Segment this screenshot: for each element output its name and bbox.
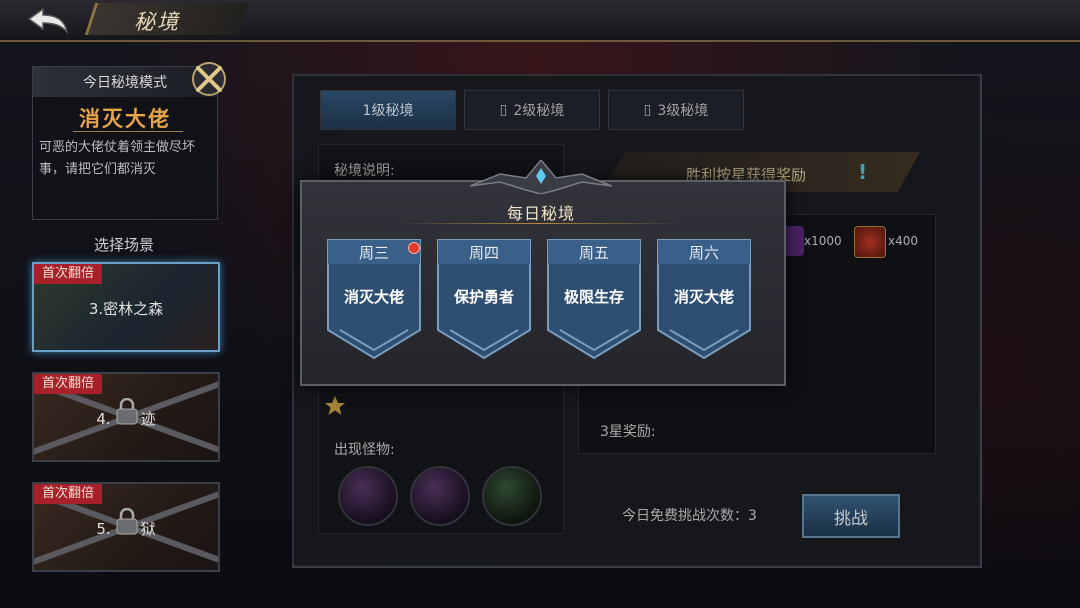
day-card-fri[interactable]: 周五 极限生存 [546,238,642,360]
scene-select-title: 选择场景 [93,236,154,254]
scene-card-1[interactable]: 首次翻倍 3.密林之森 [32,262,220,352]
back-arrow-icon [27,7,69,35]
today-mode-description: 可恶的大佬仗着领主做尽坏事，请把它们都消灭 [39,140,196,177]
crest-ornament-icon [470,160,612,194]
day-card-wed[interactable]: 周三 消灭大佬 [326,238,422,360]
double-first-tag: 首次翻倍 [34,374,103,394]
scene-card-2[interactable]: 首次翻倍 4. 迹 [32,372,220,462]
popup-title: 每日秘境 [506,204,575,223]
day-card-thu[interactable]: 周四 保护勇者 [436,238,532,360]
double-first-tag: 首次翻倍 [34,264,103,284]
day-label: 周六 [688,244,719,262]
day-card-sat[interactable]: 周六 消灭大佬 [656,238,752,360]
back-button[interactable] [12,2,82,38]
notification-dot [408,242,420,254]
scene-name: 3.密林之森 [88,300,164,318]
lock-icon [116,398,138,425]
day-mode: 保护勇者 [453,288,514,306]
scene-card-3[interactable]: 首次翻倍 5. 狱 [32,482,220,572]
day-label: 周四 [468,244,499,262]
double-first-tag: 首次翻倍 [34,484,103,504]
page-title: 秘境 [134,10,180,34]
day-mode: 消灭大佬 [343,288,404,306]
divider [73,131,183,132]
day-label: 周五 [578,244,609,262]
title-divider [400,223,680,224]
lock-icon [116,508,138,535]
day-mode: 极限生存 [563,288,624,306]
crossed-swords-icon [192,62,226,96]
day-mode: 消灭大佬 [673,288,734,306]
today-mode-name: 消灭大佬 [79,107,171,131]
